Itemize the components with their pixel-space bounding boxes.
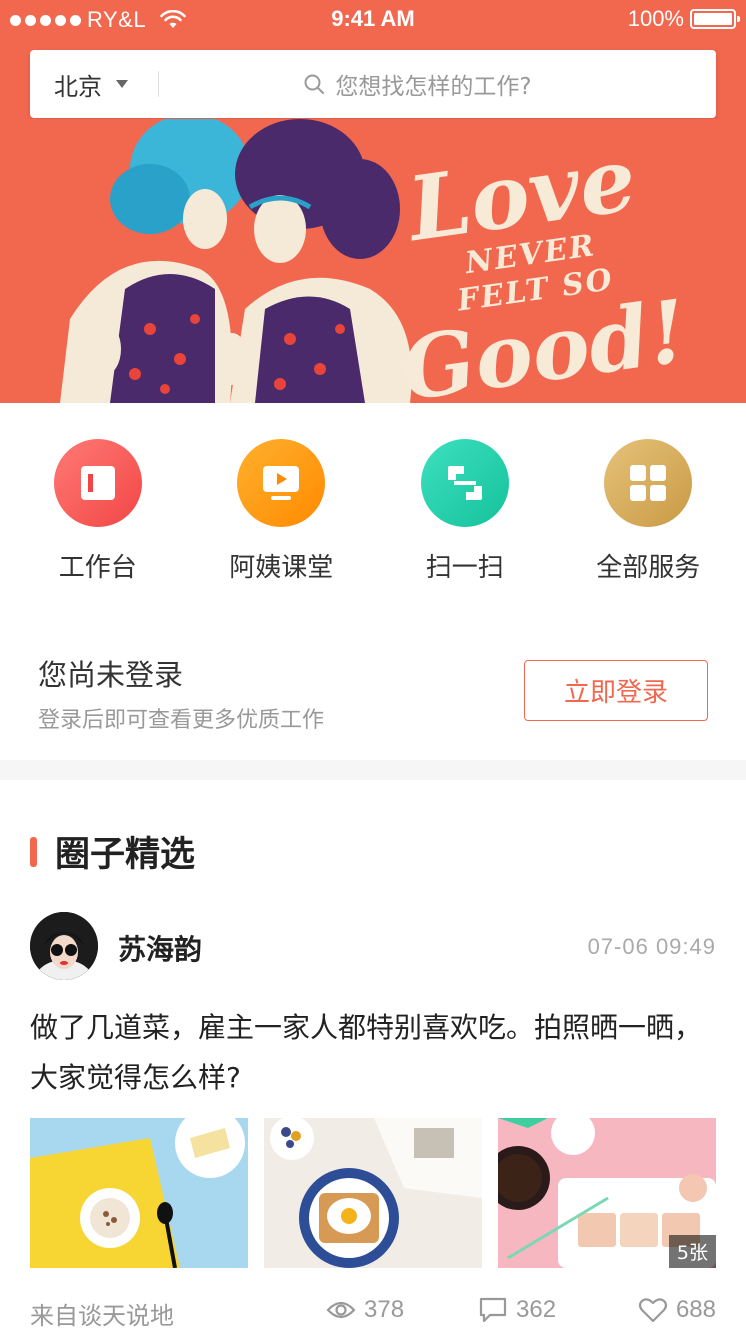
battery-percent: 100% bbox=[627, 6, 684, 31]
likes-count: 688 bbox=[675, 1296, 716, 1323]
views-stat: 378 bbox=[326, 1296, 404, 1324]
feed-section-title: 圈子精选 bbox=[30, 826, 195, 877]
promo-banner[interactable]: Love NEVER FELT SO Good! bbox=[0, 119, 746, 403]
eye-icon bbox=[326, 1301, 356, 1319]
likes-stat[interactable]: 688 bbox=[638, 1296, 716, 1324]
avatar[interactable] bbox=[30, 912, 98, 980]
heart-icon bbox=[638, 1298, 668, 1323]
login-subtitle: 登录后即可查看更多优质工作 bbox=[38, 708, 325, 733]
post-body[interactable]: 做了几道菜，雇主一家人都特别喜欢吃。拍照晒一晒，大家觉得怎么样? bbox=[30, 1003, 720, 1103]
service-label: 阿姨课堂 bbox=[229, 553, 334, 583]
classroom-icon bbox=[237, 439, 326, 527]
scan-icon bbox=[420, 439, 509, 527]
comments-stat[interactable]: 362 bbox=[478, 1296, 556, 1324]
search-input[interactable]: 您想找怎样的工作? bbox=[159, 67, 716, 101]
post-author[interactable]: 苏海韵 bbox=[118, 928, 202, 968]
workbench-icon bbox=[53, 439, 142, 527]
service-grid: 工作台 阿姨课堂 扫一扫 全部服务 bbox=[0, 403, 746, 603]
search-bar: 北京 您想找怎样的工作? bbox=[30, 50, 716, 118]
service-scan[interactable]: 扫一扫 bbox=[375, 439, 555, 603]
login-button[interactable]: 立即登录 bbox=[524, 660, 708, 721]
service-classroom[interactable]: 阿姨课堂 bbox=[191, 439, 371, 603]
city-selector[interactable]: 北京 bbox=[30, 67, 158, 102]
service-workbench[interactable]: 工作台 bbox=[8, 439, 188, 603]
service-label: 扫一扫 bbox=[425, 553, 504, 583]
post-image-3[interactable]: 5张 bbox=[498, 1118, 716, 1268]
feed-title-text: 圈子精选 bbox=[55, 835, 196, 875]
battery-icon bbox=[690, 9, 740, 29]
post-source[interactable]: 来自谈天说地 bbox=[30, 1296, 174, 1328]
post-time: 07-06 09:49 bbox=[587, 934, 716, 959]
search-placeholder: 您想找怎样的工作? bbox=[335, 74, 532, 100]
section-divider bbox=[0, 760, 746, 780]
status-right: 100% bbox=[627, 6, 740, 32]
service-label: 工作台 bbox=[58, 553, 137, 583]
post-image-2[interactable] bbox=[264, 1118, 482, 1268]
post-images: 5张 bbox=[30, 1118, 716, 1268]
service-label: 全部服务 bbox=[596, 553, 701, 583]
comment-icon bbox=[479, 1297, 507, 1323]
login-title: 您尚未登录 bbox=[38, 658, 184, 692]
title-accent-bar bbox=[30, 836, 37, 867]
comments-count: 362 bbox=[516, 1296, 557, 1323]
status-bar: RY&L 9:41 AM 100% bbox=[0, 0, 746, 40]
banner-slogan: Love NEVER FELT SO Good! bbox=[374, 126, 692, 403]
caret-down-icon bbox=[116, 80, 128, 88]
image-count-badge: 5张 bbox=[668, 1235, 716, 1268]
all-services-icon bbox=[604, 439, 693, 527]
search-icon bbox=[304, 74, 325, 94]
views-count: 378 bbox=[364, 1296, 405, 1323]
login-panel: 您尚未登录 登录后即可查看更多优质工作 立即登录 bbox=[0, 630, 746, 760]
service-all[interactable]: 全部服务 bbox=[558, 439, 738, 603]
post-footer: 来自谈天说地 378 362 688 bbox=[30, 1292, 716, 1328]
post-image-1[interactable] bbox=[30, 1118, 248, 1268]
city-label: 北京 bbox=[54, 72, 102, 101]
